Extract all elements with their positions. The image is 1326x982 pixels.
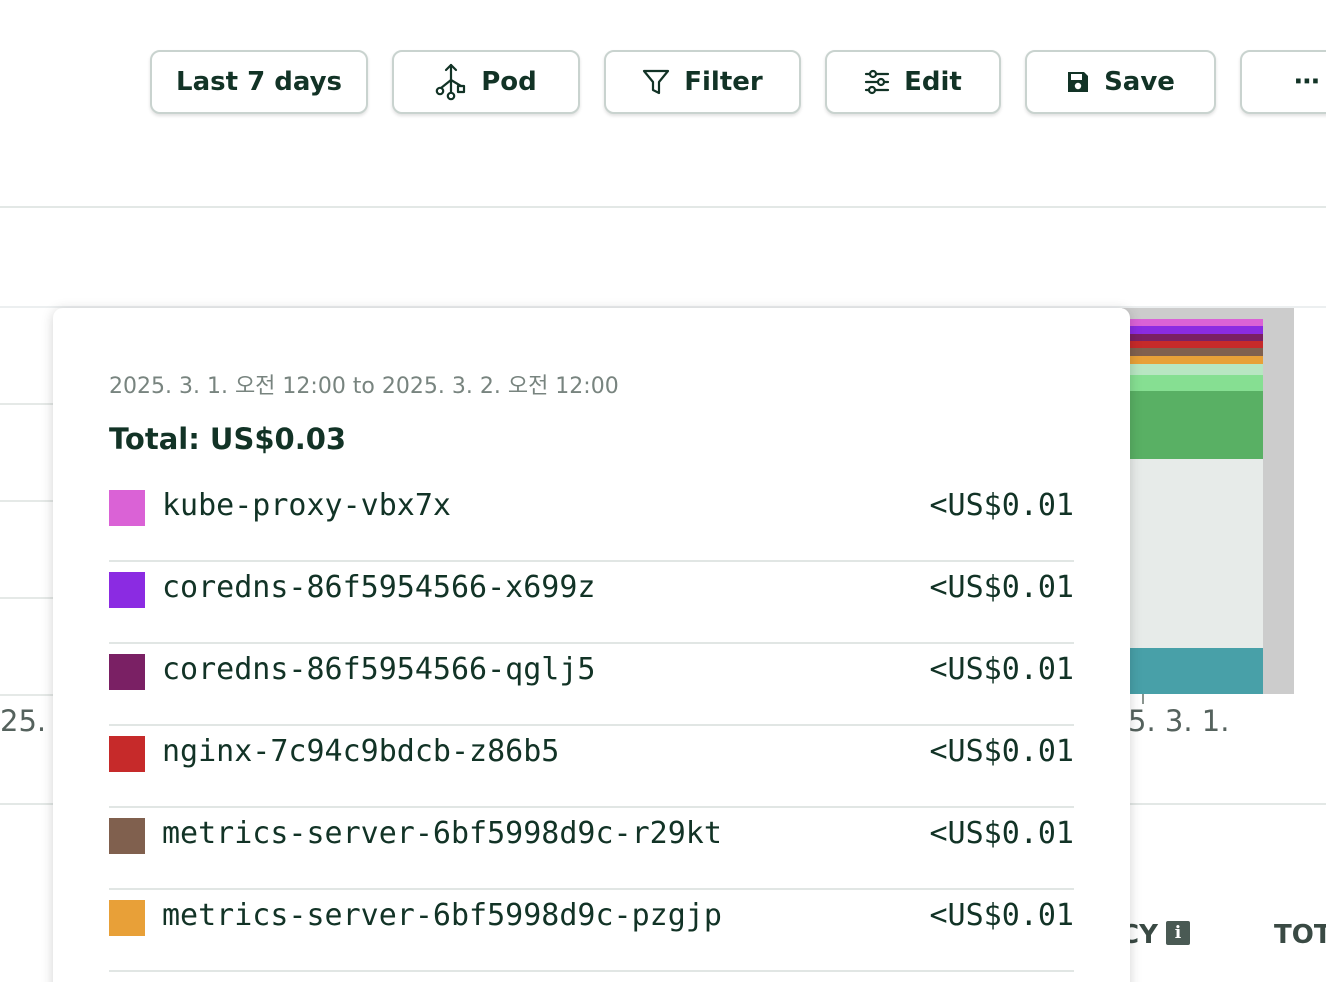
tooltip-date-range: 2025. 3. 1. 오전 12:00 to 2025. 3. 2. 오전 1… bbox=[109, 374, 619, 399]
tooltip-row: nginx-7c94c9bdcb-z86b5 <US$0.01 bbox=[109, 726, 1074, 808]
pod-cost: <US$0.01 bbox=[929, 488, 1075, 523]
chart-gridline bbox=[0, 403, 60, 405]
bar-segment[interactable] bbox=[1130, 364, 1263, 375]
pod-name: nginx-7c94c9bdcb-z86b5 bbox=[162, 734, 560, 769]
bar-segment-coredns-qglj5[interactable] bbox=[1130, 334, 1263, 341]
bar-segment-kube-proxy[interactable] bbox=[1130, 319, 1263, 326]
pod-name: metrics-server-6bf5998d9c-pzgjp bbox=[162, 898, 722, 933]
legend-swatch bbox=[109, 736, 145, 772]
group-by-pod-button[interactable]: Pod bbox=[392, 50, 580, 114]
fork-icon bbox=[435, 62, 467, 102]
chart-gridline bbox=[0, 597, 60, 599]
tooltip-row: metrics-server-6bf5998d9c-r29kt <US$0.01 bbox=[109, 808, 1074, 890]
bar-segment[interactable] bbox=[1130, 375, 1263, 391]
info-icon[interactable]: i bbox=[1166, 921, 1190, 945]
x-axis-tick bbox=[1142, 694, 1144, 704]
legend-swatch bbox=[109, 490, 145, 526]
table-header-total[interactable]: TOT bbox=[1274, 920, 1326, 950]
filter-label: Filter bbox=[684, 67, 763, 97]
save-label: Save bbox=[1104, 67, 1175, 97]
floppy-disk-icon bbox=[1066, 70, 1090, 94]
legend-swatch bbox=[109, 654, 145, 690]
bar-segment[interactable] bbox=[1130, 391, 1263, 459]
tooltip-row: kube-proxy-vbx7x <US$0.01 bbox=[109, 480, 1074, 562]
edit-label: Edit bbox=[904, 67, 962, 97]
pod-name: metrics-server-6bf5998d9c-r29kt bbox=[162, 816, 722, 851]
date-range-button[interactable]: Last 7 days bbox=[150, 50, 368, 114]
legend-swatch bbox=[109, 818, 145, 854]
pod-cost: <US$0.01 bbox=[929, 898, 1075, 933]
edit-button[interactable]: Edit bbox=[825, 50, 1001, 114]
date-range-label: Last 7 days bbox=[176, 67, 342, 97]
pod-cost: <US$0.01 bbox=[929, 734, 1075, 769]
tooltip-row: coredns-86f5954566-qglj5 <US$0.01 bbox=[109, 644, 1074, 726]
chart-gridline bbox=[0, 500, 60, 502]
tooltip-row: metrics-server-6bf5998d9c-pzgjp <US$0.01 bbox=[109, 890, 1074, 972]
bar-segment[interactable] bbox=[1130, 648, 1263, 694]
funnel-icon bbox=[642, 68, 670, 96]
toolbar-divider bbox=[0, 206, 1326, 208]
pod-cost: <US$0.01 bbox=[929, 652, 1075, 687]
pod-cost: <US$0.01 bbox=[929, 570, 1075, 605]
filter-button[interactable]: Filter bbox=[604, 50, 801, 114]
cost-tooltip: 2025. 3. 1. 오전 12:00 to 2025. 3. 2. 오전 1… bbox=[53, 308, 1130, 982]
pod-name: coredns-86f5954566-qglj5 bbox=[162, 652, 596, 687]
more-options-button[interactable]: ⋯ bbox=[1240, 50, 1326, 114]
group-by-label: Pod bbox=[481, 67, 537, 97]
bar-segment-metrics-server-pzgjp[interactable] bbox=[1130, 356, 1263, 364]
bar-segment-coredns-x699z[interactable] bbox=[1130, 326, 1263, 334]
sliders-icon bbox=[864, 69, 890, 95]
page: Last 7 days Pod Filter Edit Save ⋯ 25. 5… bbox=[0, 0, 1326, 982]
legend-swatch bbox=[109, 572, 145, 608]
x-axis-label-right: 5. 3. 1. bbox=[1128, 704, 1230, 738]
tooltip-row: coredns-86f5954566-x699z <US$0.01 bbox=[109, 562, 1074, 644]
bar-segment[interactable] bbox=[1130, 459, 1263, 648]
pod-name: coredns-86f5954566-x699z bbox=[162, 570, 596, 605]
bar-segment-nginx[interactable] bbox=[1130, 341, 1263, 348]
tooltip-total: Total: US$0.03 bbox=[109, 422, 347, 456]
pod-name: kube-proxy-vbx7x bbox=[162, 488, 451, 523]
more-dots-icon: ⋯ bbox=[1294, 67, 1320, 97]
info-glyph: i bbox=[1174, 923, 1182, 943]
bar-segment-metrics-server-r29kt[interactable] bbox=[1130, 348, 1263, 356]
chart-gridline bbox=[0, 694, 60, 696]
legend-swatch bbox=[109, 900, 145, 936]
x-axis-label-left: 25. bbox=[0, 704, 47, 738]
save-button[interactable]: Save bbox=[1025, 50, 1216, 114]
pod-cost: <US$0.01 bbox=[929, 816, 1075, 851]
